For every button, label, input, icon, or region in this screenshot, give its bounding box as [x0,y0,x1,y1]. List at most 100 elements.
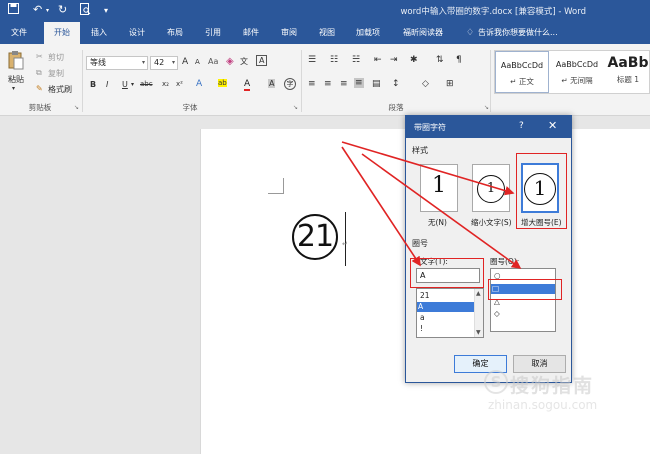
lightbulb-icon[interactable]: ♢ [464,22,476,44]
paste-button-label[interactable]: 粘贴 [8,74,24,85]
watermark-url: zhinan.sogou.com [488,398,598,412]
text-effects-button[interactable]: A [196,79,202,89]
text-cursor [345,212,346,266]
cut-button-label[interactable]: 剪切 [48,52,64,63]
group-divider [490,50,491,112]
tab-layout[interactable]: 布局 [160,22,190,44]
underline-dropdown-icon[interactable]: ▾ [131,81,134,88]
align-right-icon[interactable]: ≡ [340,79,348,89]
ring-field-label: 圈号(O): [490,257,520,266]
decrease-indent-icon[interactable]: ⇤ [374,55,382,65]
align-left-icon[interactable]: ≡ [308,79,316,89]
font-launcher-icon[interactable]: ↘ [293,104,298,111]
shrink-font-button[interactable]: A [195,58,200,66]
font-size-dropdown[interactable]: 42 ▾ [150,56,178,70]
paragraph-shading-icon[interactable]: ◇ [422,79,429,89]
line-spacing-icon[interactable]: ↕ [392,79,400,89]
cut-icon[interactable]: ✂ [36,52,43,61]
copy-button-label[interactable]: 复制 [48,68,64,79]
strikethrough-button[interactable]: abc [140,80,153,88]
tell-me-search[interactable]: 告诉我你想要做什么... [478,22,566,44]
font-color-button[interactable]: A [244,79,251,91]
bullets-icon[interactable]: ☰ [308,55,316,65]
text-listbox[interactable]: 21 A a ! ▲ ▼ [416,288,484,338]
font-name-dropdown[interactable]: 等线 ▾ [86,56,148,70]
dialog-titlebar[interactable]: 带圈字符 ? ✕ [406,116,571,138]
tab-addins[interactable]: 加载项 [350,22,386,44]
chevron-down-icon: ▾ [141,59,145,66]
highlight-color-button[interactable]: ab [218,79,227,87]
grow-font-button[interactable]: A [182,57,188,67]
style-option-label[interactable]: 缩小文字(S) [471,217,512,228]
list-item[interactable]: ◇ [493,309,555,319]
character-shading-button[interactable]: A [268,79,276,88]
tab-insert[interactable]: 插入 [84,22,114,44]
help-button[interactable]: ? [519,121,524,131]
style-no-spacing[interactable]: AaBbCcDd ↵ 无间隔 [551,51,603,93]
sogou-watermark: S 搜狗指南 zhinan.sogou.com [470,368,650,418]
sort-icon[interactable]: ⇅ [436,55,444,65]
subscript-button[interactable]: x₂ [162,80,169,88]
ribbon-tabs: 文件 开始 插入 设计 布局 引用 邮件 审阅 视图 加载项 福昕阅读器 ♢ 告… [0,22,650,44]
tab-review[interactable]: 审阅 [274,22,304,44]
multilevel-list-icon[interactable]: ☵ [352,55,360,65]
style-sample: AaBb [607,55,649,71]
style-normal[interactable]: AaBbCcDd ↵ 正文 [495,51,549,93]
font-name-value: 等线 [90,58,106,67]
paragraph-mark: ↵ [342,240,348,248]
tab-foxit-reader[interactable]: 福昕阅读器 [398,22,448,44]
ribbon-home: 粘贴 ▾ ✂ 剪切 ⧉ 复制 ✎ 格式刷 剪贴板 ↘ 等线 ▾ 42 ▾ A A… [0,44,650,116]
paragraph-launcher-icon[interactable]: ↘ [484,104,489,111]
show-marks-icon[interactable]: ¶ [456,55,462,65]
increase-indent-icon[interactable]: ⇥ [390,55,398,65]
character-border-button[interactable]: A [256,55,268,66]
enclosed-number-character[interactable]: 21 [292,214,338,260]
scroll-up-icon[interactable]: ▲ [476,290,481,297]
superscript-button[interactable]: x² [176,80,183,88]
style-heading-1[interactable]: AaBb 标题 1 [605,51,650,93]
tab-references[interactable]: 引用 [198,22,228,44]
page-corner-marker [268,178,284,194]
paste-dropdown-icon[interactable]: ▾ [12,85,15,92]
style-name: ↵ 正文 [510,77,534,86]
chevron-down-icon: ▾ [171,59,175,66]
justify-icon[interactable]: ≡ [354,78,364,88]
tab-mailings[interactable]: 邮件 [236,22,266,44]
scroll-down-icon[interactable]: ▼ [476,329,481,336]
borders-icon[interactable]: ⊞ [446,79,454,89]
title-bar: ↶ ▾ ↻ ▾ word中输入带圈的数字.docx [兼容模式] - Word [0,0,650,22]
distributed-icon[interactable]: ▤ [372,79,381,89]
highlight-box-ring [488,279,562,300]
enclose-characters-button[interactable]: 字 [284,78,296,90]
phonetic-guide-button[interactable]: 文 [240,56,248,67]
bold-button[interactable]: B [90,80,96,89]
dialog-title: 带圈字符 [414,123,446,132]
watermark-brand: 搜狗指南 [510,375,595,397]
style-option-none[interactable]: 1 [420,164,458,212]
tab-file[interactable]: 文件 [4,22,34,44]
italic-button[interactable]: I [106,80,108,89]
format-painter-label[interactable]: 格式刷 [48,84,72,95]
tab-design[interactable]: 设计 [122,22,152,44]
ring-listbox[interactable]: ○ □ △ ◇ [490,268,556,332]
format-painter-icon[interactable]: ✎ [36,84,43,93]
style-option-glyph: 1 [432,173,446,198]
clipboard-launcher-icon[interactable]: ↘ [74,104,79,111]
underline-button[interactable]: U [122,80,128,89]
style-option-shrink-text[interactable]: 1 [472,164,510,212]
clear-formatting-icon[interactable]: ◈ [226,56,234,67]
numbering-icon[interactable]: ☷ [330,55,338,65]
scrollbar[interactable]: ▲ ▼ [474,289,483,337]
tab-view[interactable]: 视图 [312,22,342,44]
align-center-icon[interactable]: ≡ [324,79,332,89]
change-case-button[interactable]: Aa [208,57,218,66]
paste-icon[interactable] [8,50,24,72]
style-name: 标题 1 [616,75,640,84]
clipboard-group-label: 剪贴板 [28,103,52,112]
copy-icon[interactable]: ⧉ [36,68,42,78]
tab-home[interactable]: 开始 [44,22,80,44]
font-size-value: 42 [154,58,165,67]
chinese-layout-icon[interactable]: ✱ [410,55,418,65]
close-button[interactable]: ✕ [548,119,557,132]
style-option-label[interactable]: 无(N) [428,217,447,228]
